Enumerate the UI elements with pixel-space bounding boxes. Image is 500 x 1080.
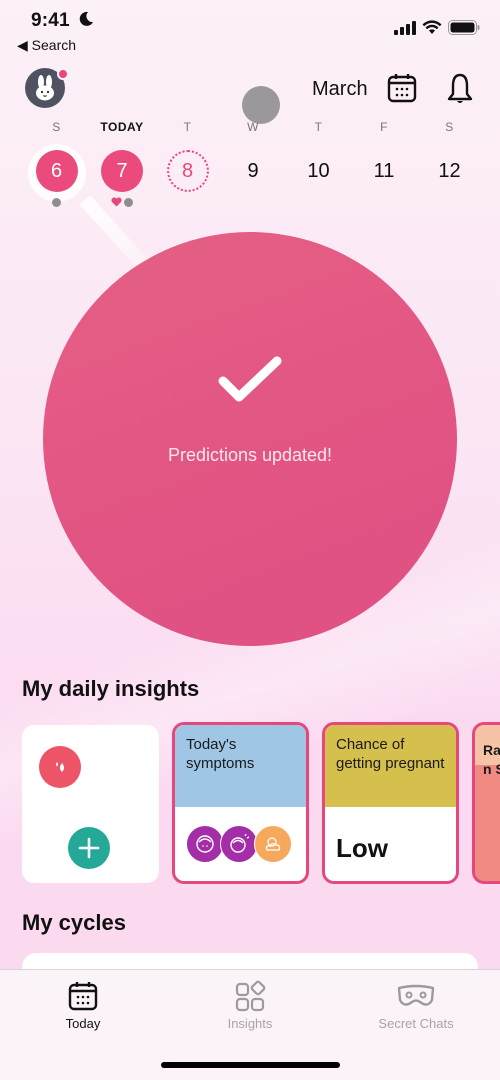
predictions-message: Predictions updated! bbox=[167, 444, 333, 465]
day-tue[interactable]: T 8 bbox=[155, 120, 220, 208]
bell-icon[interactable] bbox=[446, 72, 474, 106]
log-card[interactable] bbox=[22, 725, 159, 883]
day-date[interactable]: 7 bbox=[101, 150, 143, 192]
day-date[interactable]: 8 bbox=[166, 150, 209, 192]
day-label: T bbox=[314, 120, 323, 134]
home-indicator bbox=[161, 1062, 340, 1068]
day-date[interactable]: 6 bbox=[35, 150, 78, 192]
notification-badge bbox=[57, 68, 69, 80]
acne-icon bbox=[186, 825, 224, 863]
mask-icon bbox=[397, 984, 435, 1006]
pregnancy-card-title: Chance of getting pregnant bbox=[325, 725, 456, 807]
insights-carousel[interactable]: Today's symptoms Chance of getting pregn… bbox=[22, 722, 500, 884]
wifi-icon bbox=[422, 20, 442, 34]
day-date[interactable]: 12 bbox=[429, 150, 471, 192]
day-date[interactable]: 11 bbox=[363, 150, 405, 192]
tab-label: Today bbox=[65, 1016, 101, 1031]
day-fri[interactable]: F 11 bbox=[352, 120, 417, 208]
my-cycles-title: My cycles bbox=[22, 910, 126, 935]
tab-label: Insights bbox=[227, 1016, 273, 1031]
drop-icon bbox=[56, 762, 64, 772]
log-dot-icon bbox=[52, 197, 61, 207]
insights-icon bbox=[235, 980, 266, 1012]
partial-insight-card[interactable]: Ra an Sv bbox=[472, 722, 500, 884]
day-wed[interactable]: W 9 bbox=[221, 120, 286, 208]
heart-icon bbox=[111, 197, 122, 207]
day-label: T bbox=[183, 120, 192, 134]
battery-icon bbox=[448, 20, 480, 35]
pregnancy-chance-card[interactable]: Chance of getting pregnant Low bbox=[322, 722, 459, 884]
day-date[interactable]: 10 bbox=[298, 150, 340, 192]
tab-today[interactable]: Today bbox=[13, 980, 153, 1031]
month-label[interactable]: March bbox=[312, 78, 368, 101]
tab-secret-chats[interactable]: Secret Chats bbox=[346, 980, 486, 1031]
day-date[interactable]: 9 bbox=[232, 150, 274, 192]
status-time: 9:41 bbox=[31, 10, 70, 31]
day-sat[interactable]: S 12 bbox=[417, 120, 482, 208]
log-dot-icon bbox=[124, 197, 133, 207]
day-label: TODAY bbox=[100, 120, 144, 134]
pregnancy-chance-value: Low bbox=[336, 833, 388, 863]
calendar-icon[interactable] bbox=[386, 72, 418, 104]
back-arrow-icon: ◀ bbox=[17, 37, 32, 53]
partial-card-title: Ra an Sv bbox=[483, 742, 500, 777]
day-label: S bbox=[52, 120, 61, 134]
day-sun[interactable]: S 6 bbox=[24, 120, 89, 208]
plus-icon bbox=[78, 837, 100, 859]
headache-icon bbox=[220, 825, 258, 863]
signal-icon bbox=[394, 20, 416, 35]
add-log-button[interactable] bbox=[68, 827, 110, 869]
touch-indicator bbox=[242, 86, 280, 124]
moon-icon bbox=[79, 11, 93, 26]
back-label: Search bbox=[31, 37, 77, 53]
weather-icon bbox=[254, 825, 292, 863]
back-to-search-link[interactable]: ◀ Search bbox=[17, 37, 76, 54]
day-today[interactable]: TODAY 7 bbox=[90, 120, 155, 208]
tab-label: Secret Chats bbox=[378, 1016, 454, 1031]
day-label: F bbox=[380, 120, 388, 134]
day-label: S bbox=[445, 120, 454, 134]
symptoms-card-title: Today's symptoms bbox=[175, 725, 306, 807]
day-thu[interactable]: T 10 bbox=[286, 120, 351, 208]
daily-insights-title: My daily insights bbox=[22, 676, 200, 701]
log-period-button[interactable] bbox=[39, 746, 81, 788]
predictions-updated-overlay: Predictions updated! bbox=[43, 232, 457, 646]
week-strip: S 6 TODAY 7 T 8 W 9 T 10 F 11 S 12 bbox=[24, 120, 482, 208]
status-icons bbox=[394, 20, 480, 35]
check-icon bbox=[218, 356, 282, 401]
tab-insights[interactable]: Insights bbox=[180, 980, 320, 1031]
calendar-icon bbox=[68, 982, 98, 1011]
day-label: W bbox=[247, 120, 259, 134]
symptoms-card[interactable]: Today's symptoms bbox=[172, 722, 309, 884]
